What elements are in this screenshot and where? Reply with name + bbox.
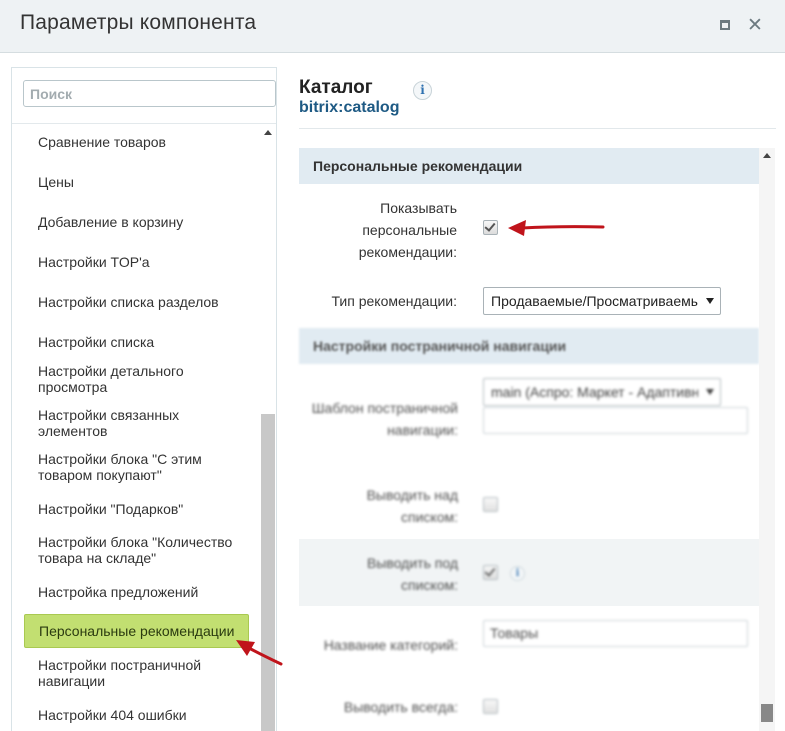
header-divider (299, 128, 776, 129)
show-always-label: Выводить всегда: (343, 699, 458, 715)
pagination-template-label: Шаблон постраничной навигации: (311, 400, 458, 438)
show-bottom-label: Выводить под списком: (367, 555, 458, 593)
sidebar-scrollbar[interactable] (261, 124, 275, 731)
recommendation-type-value: Продаваемые/Просматриваемые (491, 293, 698, 309)
scroll-up-icon[interactable] (763, 153, 771, 158)
search-input[interactable] (23, 80, 276, 107)
pagination-template-value: main (Аспро: Маркет - Адаптивный) (491, 384, 698, 400)
component-name: Каталог (299, 77, 373, 98)
checkmark-icon (484, 565, 496, 577)
content-scrollbar[interactable] (759, 148, 775, 731)
sidebar-item-offers[interactable]: Настройка предложений (24, 577, 249, 607)
checkmark-icon (484, 220, 496, 232)
sidebar-item-pagination[interactable]: Настройки постраничной навигации (24, 656, 224, 690)
sidebar-nav: Сравнение товаров Цены Добавление в корз… (12, 124, 261, 731)
pagination-template-select[interactable]: main (Аспро: Маркет - Адаптивный) (483, 378, 721, 406)
sidebar-item-compare[interactable]: Сравнение товаров (24, 127, 249, 157)
sidebar-item-recommendations[interactable]: Персональные рекомендации (24, 614, 249, 648)
maximize-icon[interactable] (715, 16, 735, 36)
chevron-down-icon (706, 298, 714, 304)
section-recommendations-header[interactable]: Персональные рекомендации (299, 148, 759, 184)
sidebar-item-gifts[interactable]: Настройки "Подарков" (24, 494, 249, 524)
recommendation-type-label: Тип рекомендации: (331, 293, 457, 309)
sidebar-item-related[interactable]: Настройки связанных элементов (24, 406, 214, 440)
info-icon[interactable]: i (510, 566, 525, 581)
window-title: Параметры компонента (20, 11, 257, 34)
show-recommendations-checkbox[interactable] (483, 220, 498, 235)
arrow-icon (508, 220, 605, 236)
sidebar-item-top[interactable]: Настройки TOP'a (24, 247, 249, 277)
sidebar: Сравнение товаров Цены Добавление в корз… (11, 67, 277, 731)
show-top-checkbox[interactable] (483, 497, 498, 512)
sidebar-item-add-to-cart[interactable]: Добавление в корзину (24, 207, 249, 237)
pagination-template-extra-input[interactable] (483, 407, 748, 434)
close-icon[interactable]: ✕ (745, 16, 765, 36)
sidebar-scroll-thumb[interactable] (261, 414, 275, 731)
info-icon[interactable]: i (413, 81, 432, 100)
sidebar-item-prices[interactable]: Цены (24, 167, 249, 197)
sidebar-item-404[interactable]: Настройки 404 ошибки (24, 700, 249, 730)
recommendation-type-select[interactable]: Продаваемые/Просматриваемые (483, 287, 721, 315)
sidebar-item-stock[interactable]: Настройки блока "Количество товара на ск… (24, 533, 249, 567)
show-top-label: Выводить над списком: (366, 487, 458, 525)
window-titlebar: Параметры компонента ✕ (0, 0, 785, 53)
show-always-checkbox[interactable] (483, 699, 498, 714)
category-name-label: Название категорий: (323, 637, 458, 653)
scroll-up-icon[interactable] (264, 130, 272, 135)
section-pagination-header[interactable]: Настройки постраничной навигации (299, 328, 759, 364)
content-scroll-thumb[interactable] (761, 704, 773, 722)
chevron-down-icon (706, 389, 714, 395)
show-bottom-checkbox[interactable] (483, 565, 498, 580)
category-name-input[interactable]: Товары (483, 620, 748, 647)
sidebar-item-section-list[interactable]: Настройки списка разделов (24, 287, 249, 317)
sidebar-item-list[interactable]: Настройки списка (24, 327, 249, 357)
show-recommendations-label: Показывать персональные рекомендации: (358, 200, 457, 260)
component-code: bitrix:catalog (299, 99, 400, 116)
sidebar-item-detail[interactable]: Настройки детального просмотра (24, 362, 224, 396)
sidebar-item-also-bought[interactable]: Настройки блока "С этим товаром покупают… (24, 450, 224, 484)
